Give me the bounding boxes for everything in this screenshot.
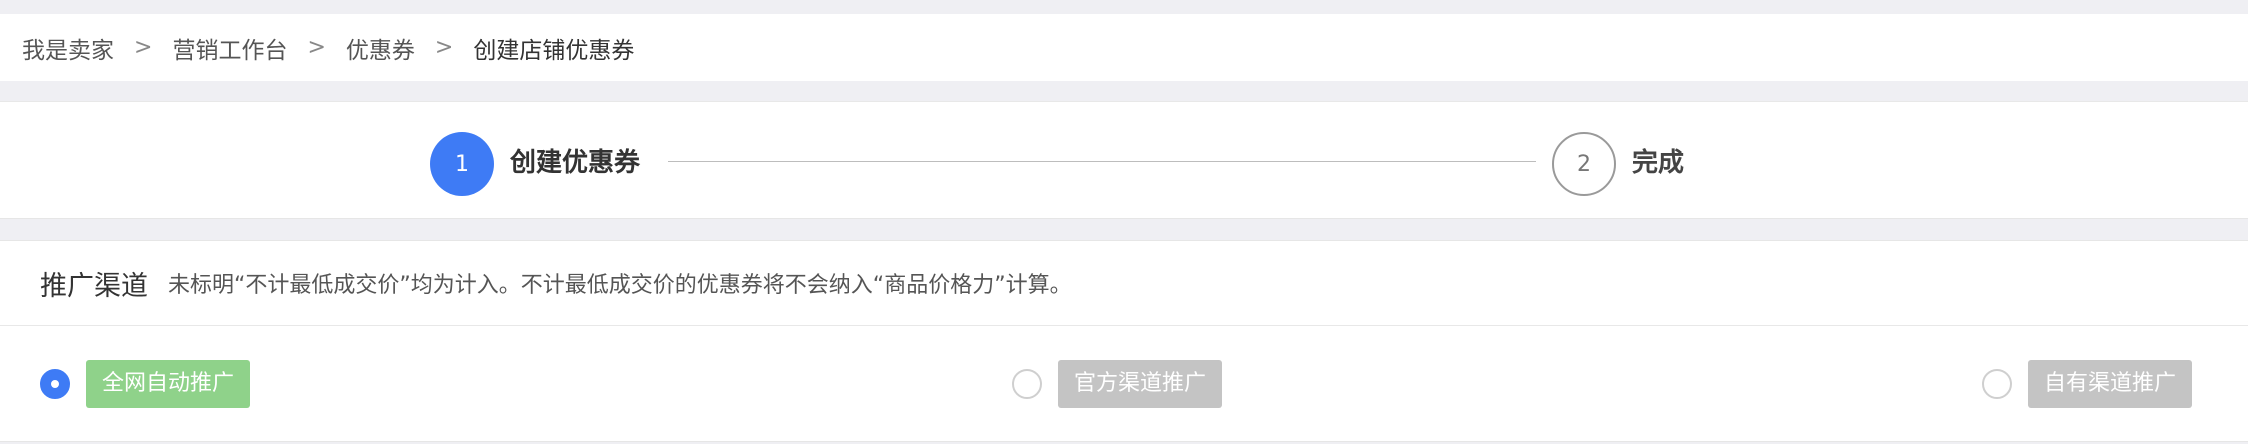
official-channel-button[interactable]: 官方渠道推广 <box>1058 360 1223 408</box>
promotion-channel-panel: 推广渠道 未标明“不计最低成交价”均为计入。不计最低成交价的优惠券将不会纳入“商… <box>0 240 2248 442</box>
option-auto-promotion[interactable]: 全网自动推广 <box>40 360 251 408</box>
radio-own-channel[interactable] <box>1982 369 2012 399</box>
step-connector-line <box>668 161 1536 162</box>
option-own-channel[interactable]: 自有渠道推广 <box>1982 360 2193 408</box>
breadcrumb-item-coupons[interactable]: 优惠券 <box>346 31 415 65</box>
breadcrumb-separator-icon: > <box>134 35 153 60</box>
radio-auto-promotion[interactable] <box>40 369 70 399</box>
auto-promotion-button[interactable]: 全网自动推广 <box>86 360 251 408</box>
panel-note: 未标明“不计最低成交价”均为计入。不计最低成交价的优惠券将不会纳入“商品价格力”… <box>168 273 1072 298</box>
own-channel-button[interactable]: 自有渠道推广 <box>2028 360 2193 408</box>
step-1-label: 创建优惠券 <box>510 148 641 178</box>
step-2-label: 完成 <box>1632 148 1685 178</box>
breadcrumb-item-marketing[interactable]: 营销工作台 <box>172 31 287 65</box>
breadcrumb-item-seller[interactable]: 我是卖家 <box>22 31 114 65</box>
panel-title: 推广渠道 <box>40 270 148 302</box>
radio-official-channel[interactable] <box>1012 369 1042 399</box>
breadcrumb-separator-icon: > <box>434 35 454 60</box>
option-official-channel[interactable]: 官方渠道推广 <box>1012 360 1223 408</box>
breadcrumb-item-current: 创建店铺优惠券 <box>473 37 635 64</box>
step-2-circle: 2 <box>1552 132 1616 196</box>
steps-indicator: 1 创建优惠券 2 完成 <box>0 101 2248 219</box>
step-1-circle: 1 <box>430 132 494 196</box>
breadcrumb-separator-icon: > <box>307 35 326 60</box>
panel-header: 推广渠道 未标明“不计最低成交价”均为计入。不计最低成交价的优惠券将不会纳入“商… <box>0 241 2248 326</box>
breadcrumb: 我是卖家 > 营销工作台 > 优惠券 > 创建店铺优惠券 <box>0 14 2248 81</box>
